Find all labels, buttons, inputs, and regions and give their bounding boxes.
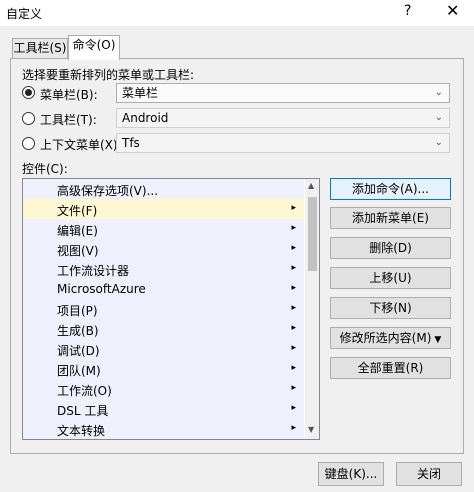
add-command-button[interactable]: 添加命令(A)... [330,178,451,200]
list-item[interactable]: 团队(M) ▸ [23,359,304,379]
submenu-arrow-icon: ▸ [291,323,296,333]
list-item[interactable]: 文本转换 ▸ [23,419,304,439]
submenu-arrow-icon: ▸ [291,243,296,253]
scroll-up-icon[interactable]: ▲ [308,181,314,190]
keyboard-button[interactable]: 键盘(K)... [318,462,384,486]
submenu-arrow-icon: ▸ [291,403,296,413]
chevron-down-icon: ⌄ [434,112,443,123]
add-new-menu-button[interactable]: 添加新菜单(E) [330,207,451,229]
close-icon[interactable]: ✕ [446,1,459,20]
radio-context-menu-label: 上下文菜单(X): [40,138,122,152]
title-bar: 自定义 ? ✕ [0,0,474,26]
list-item[interactable]: 高级保存选项(V)... [23,179,304,199]
list-item[interactable]: 调试(D) ▸ [23,339,304,359]
close-button[interactable]: 关闭 [396,462,462,486]
radio-context-menu[interactable] [22,137,35,150]
submenu-arrow-icon: ▸ [291,203,296,213]
submenu-arrow-icon: ▸ [291,343,296,353]
tab-toolbars[interactable]: 工具栏(S) [12,38,68,59]
list-item[interactable]: 项目(P) ▸ [23,299,304,319]
toolbar-combo[interactable]: Android ⌄ [116,108,450,128]
chevron-down-icon: ⌄ [434,87,443,98]
submenu-arrow-icon: ▸ [291,363,296,373]
submenu-arrow-icon: ▸ [291,423,296,433]
submenu-arrow-icon: ▸ [291,303,296,313]
tab-commands[interactable]: 命令(O) [68,35,120,60]
move-down-button[interactable]: 下移(N) [330,297,451,319]
controls-label: 控件(C): [22,162,68,176]
reset-all-button[interactable]: 全部重置(R) [330,357,451,379]
modify-selection-button[interactable]: 修改所选内容(M) ▼ [330,327,451,349]
modify-selection-label: 修改所选内容(M) [339,331,432,345]
list-scrollbar[interactable]: ▲ ▼ [305,179,319,439]
submenu-arrow-icon: ▸ [291,263,296,273]
section-label: 选择要重新排列的菜单或工具栏: [22,68,195,82]
window-title: 自定义 [6,7,43,21]
chevron-down-icon: ⌄ [434,137,443,148]
menubar-combo[interactable]: 菜单栏 ⌄ [116,83,450,103]
submenu-arrow-icon: ▸ [291,223,296,233]
caret-down-icon: ▼ [434,335,442,345]
radio-toolbar-label: 工具栏(T): [40,113,97,127]
context-menu-combo-value: Tfs [122,136,140,150]
list-item[interactable]: 文件(F) ▸ [23,199,304,219]
list-item[interactable]: 视图(V) ▸ [23,239,304,259]
list-item[interactable]: 编辑(E) ▸ [23,219,304,239]
scroll-thumb[interactable] [308,197,317,271]
move-up-button[interactable]: 上移(U) [330,267,451,289]
list-item[interactable]: 工作流(O) ▸ [23,379,304,399]
radio-menubar[interactable] [22,86,35,99]
context-menu-combo[interactable]: Tfs ⌄ [116,133,450,153]
menubar-combo-value: 菜单栏 [122,86,159,100]
toolbar-combo-value: Android [122,111,169,125]
help-icon[interactable]: ? [404,3,411,19]
list-item[interactable]: 工作流设计器 ▸ [23,259,304,279]
submenu-arrow-icon: ▸ [291,383,296,393]
list-item[interactable]: MicrosoftAzure ▸ [23,279,304,299]
submenu-arrow-icon: ▸ [291,283,296,293]
delete-button[interactable]: 删除(D) [330,237,451,259]
list-item[interactable]: 生成(B) ▸ [23,319,304,339]
radio-toolbar[interactable] [22,112,35,125]
list-item[interactable]: DSL 工具 ▸ [23,399,304,419]
scroll-down-icon[interactable]: ▼ [308,425,314,434]
controls-list[interactable]: 高级保存选项(V)... 文件(F) ▸ 编辑(E) ▸ 视图(V) ▸ 工作流… [22,178,320,440]
radio-menubar-label: 菜单栏(B): [40,88,98,102]
